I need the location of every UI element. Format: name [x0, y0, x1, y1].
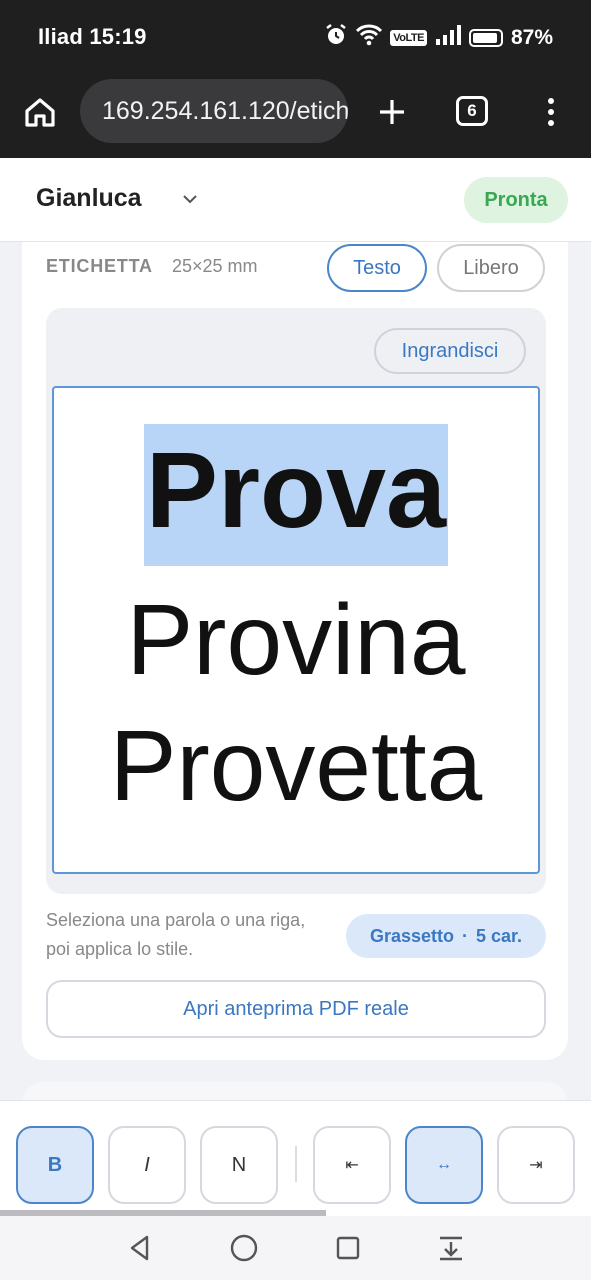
home-icon — [25, 98, 55, 127]
alarm-icon — [324, 23, 348, 53]
clock: 15:19 — [89, 24, 147, 49]
open-pdf-preview-button[interactable]: Apri anteprima PDF reale — [46, 980, 546, 1038]
label-line-1[interactable]: Prova — [54, 424, 538, 566]
battery-icon — [468, 29, 503, 47]
label-editor[interactable]: Prova Provina Provetta — [52, 386, 540, 874]
italic-button[interactable]: I — [108, 1126, 186, 1204]
format-toolbar: B I N ⇤ ↔ ⇥ — [0, 1100, 591, 1216]
url-text: 169.254.161.120/etichetta — [102, 96, 348, 125]
back-icon[interactable] — [122, 1230, 158, 1266]
status-icons: VoLTE 87% — [324, 24, 553, 52]
normal-button[interactable]: N — [200, 1126, 278, 1204]
plus-icon — [380, 100, 404, 124]
toolbar-divider — [295, 1146, 297, 1182]
align-left-button[interactable]: ⇤ — [313, 1126, 391, 1204]
address-bar[interactable]: 169.254.161.120/etichetta — [80, 79, 348, 143]
tab-count: 6 — [467, 101, 477, 120]
mode-free-button[interactable]: Libero — [437, 244, 545, 292]
hide-nav-icon[interactable] — [433, 1230, 469, 1266]
align-right-button[interactable]: ⇥ — [497, 1126, 575, 1204]
volte-badge: VoLTE — [390, 30, 427, 46]
status-badge: Pronta — [464, 177, 568, 223]
style-separator: · — [462, 925, 468, 946]
mode-text-button[interactable]: Testo — [327, 244, 427, 292]
label-card: ETICHETTA 25×25 mm Testo Libero Ingrandi… — [22, 242, 568, 1060]
selected-word[interactable]: Prova — [143, 424, 449, 566]
new-tab-button[interactable] — [370, 90, 414, 134]
carrier-name: Iliad — [38, 24, 84, 49]
browser-toolbar: 169.254.161.120/etichetta 6 — [0, 70, 591, 158]
label-title: ETICHETTA — [46, 256, 153, 276]
tabs-button[interactable]: 6 — [456, 96, 488, 126]
browser-home-button[interactable] — [18, 90, 62, 134]
user-selector-label[interactable]: Gianluca — [36, 184, 142, 213]
align-center-button[interactable]: ↔ — [405, 1126, 483, 1204]
system-nav-bar — [0, 1216, 591, 1280]
status-bar: Iliad 15:19 VoLTE 87% — [0, 0, 591, 70]
recent-apps-icon[interactable] — [330, 1230, 366, 1266]
carrier-time: Iliad 15:19 — [38, 24, 147, 50]
chevron-down-icon[interactable] — [180, 189, 200, 209]
style-name: Grassetto — [369, 925, 454, 946]
app-header: Gianluca Pronta — [0, 158, 591, 242]
preview-panel: Ingrandisci Prova Provina Provetta — [46, 308, 546, 894]
bold-button[interactable]: B — [16, 1126, 94, 1204]
battery-percent: 87% — [510, 26, 553, 49]
label-line-3[interactable]: Provetta — [54, 716, 538, 816]
home-circle-icon[interactable] — [226, 1230, 262, 1266]
style-char-count: 5 car. — [476, 925, 523, 946]
signal-icon — [435, 25, 461, 51]
label-size: 25×25 mm — [172, 256, 258, 276]
style-badge: Grassetto · 5 car. — [346, 914, 546, 958]
wifi-icon — [356, 24, 383, 52]
more-vertical-icon[interactable] — [536, 90, 566, 134]
selection-hint: Seleziona una parola o una riga, poi app… — [46, 910, 306, 959]
label-line-2[interactable]: Provina — [54, 590, 538, 690]
enlarge-button[interactable]: Ingrandisci — [374, 328, 526, 374]
